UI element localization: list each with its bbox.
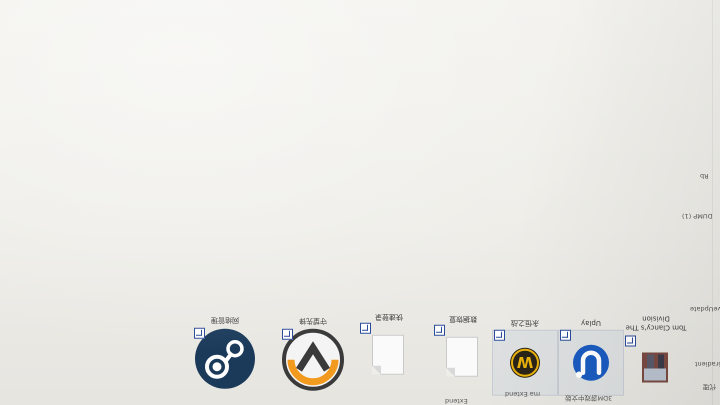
desktop-icon-blank-1[interactable]: 快速登录 [354, 312, 424, 388]
side-label-gradient: Gradient [695, 360, 720, 368]
steam-icon [193, 327, 257, 391]
shortcut-arrow-icon [282, 328, 293, 340]
shortcut-arrow-icon [434, 324, 445, 336]
side-label-rb: Rb [700, 172, 709, 180]
desktop-icon-overwatch[interactable]: 守望先锋 [278, 316, 348, 392]
overwatch-icon [281, 328, 345, 392]
desktop-icon-label-3dm[interactable]: 3DM游戏中文版 [565, 394, 612, 404]
desktop-icon-label-extend-2[interactable]: ma Extend [505, 390, 540, 398]
shortcut-arrow-icon [625, 335, 636, 347]
desktop-icon-the-division[interactable]: Tom Clancy's The Division [616, 314, 696, 399]
desktop-icon-label: 永恒之战 [511, 318, 539, 327]
desktop-icon-steam[interactable]: 网络管理 [190, 315, 260, 391]
document-icon [357, 322, 421, 388]
desktop-icon-label: 网络管理 [211, 315, 239, 324]
desktop-icon-label: Tom Clancy's The Division [625, 314, 687, 332]
svg-text:W: W [516, 353, 533, 371]
shortcut-arrow-icon [194, 327, 205, 339]
desktop-icon-label: 快速登录 [375, 312, 403, 321]
desktop-icon-label-edge[interactable]: 代理 [703, 383, 716, 393]
desktop-screen: DriveUpdate DUMP (1) Rb Gradient 网络管理 [0, 0, 720, 405]
desktop-icon-label: 数据恢复 [449, 314, 477, 323]
desktop-icon-wot[interactable]: W 永恒之战 [490, 318, 560, 396]
shortcut-arrow-icon [360, 322, 371, 334]
wot-icon: W [492, 329, 558, 396]
document-icon [431, 324, 495, 390]
uplay-icon [558, 329, 624, 396]
desktop-icon-label-extend[interactable]: Extend [445, 397, 468, 405]
shortcut-arrow-icon [494, 329, 505, 341]
desktop-icon-blank-2[interactable]: 数据恢复 [428, 314, 498, 390]
side-label-drive: DriveUpdate [690, 305, 720, 313]
the-division-icon [624, 335, 688, 399]
desktop-icon-label: 守望先锋 [299, 316, 327, 325]
screen-edge [712, 0, 713, 405]
shortcut-arrow-icon [560, 329, 571, 341]
side-label-dump: DUMP (1) [682, 212, 713, 220]
